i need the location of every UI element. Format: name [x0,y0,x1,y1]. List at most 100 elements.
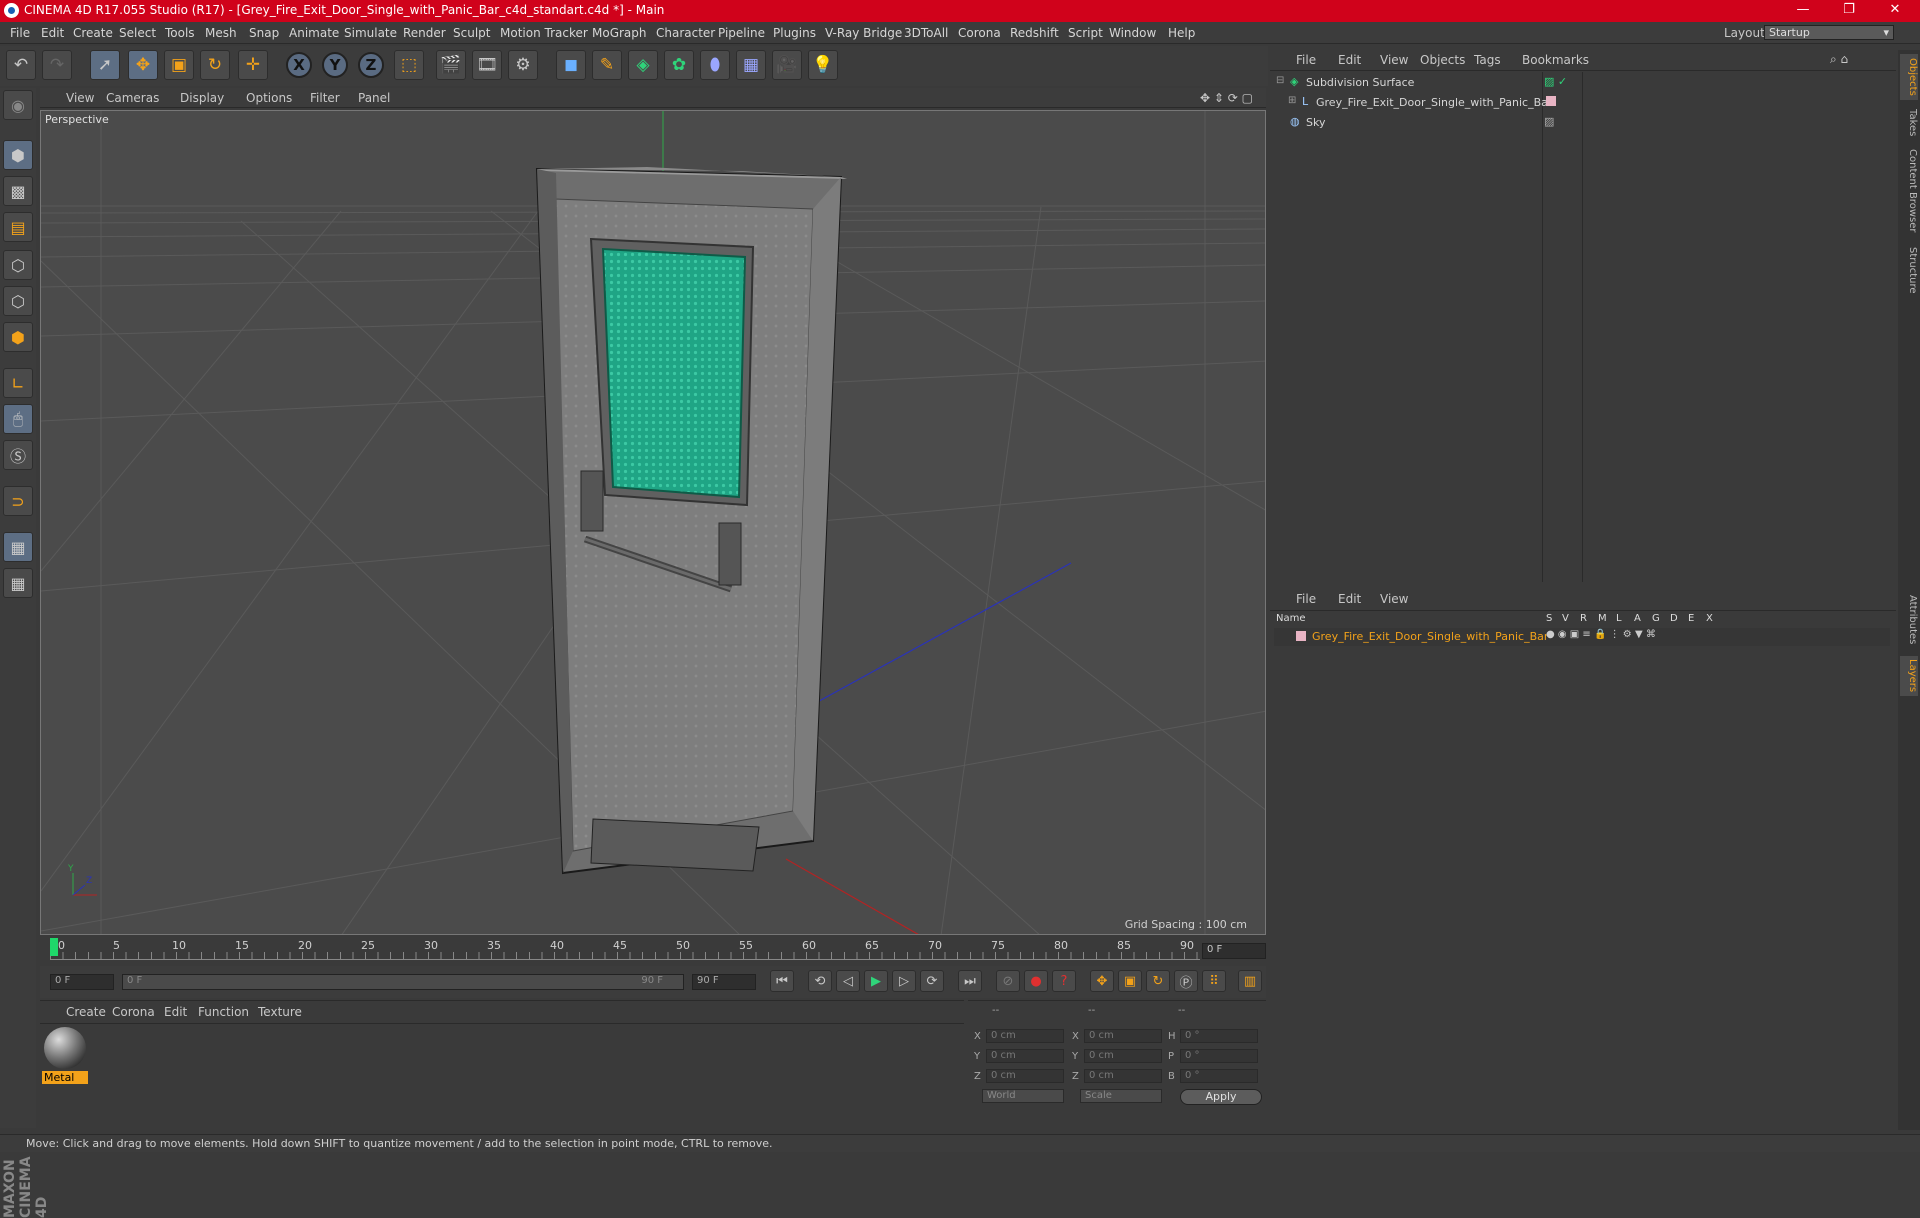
current-frame-field[interactable]: 0 F [1202,943,1266,959]
workplane-grid-button[interactable]: ▦ [3,568,33,598]
object-row[interactable]: ◍ Sky ▨ [1274,114,1890,132]
viewport-menu-display[interactable]: Display [180,91,224,105]
coordinate-system-button[interactable]: ⬚ [394,50,424,80]
menu-plugins[interactable]: Plugins [773,26,816,40]
menu-character[interactable]: Character [656,26,715,40]
material-menu-function[interactable]: Function [198,1005,249,1019]
snap-magnet-button[interactable]: ⊃ [3,486,33,516]
playhead-marker[interactable] [50,938,58,956]
scale-mode-dropdown[interactable]: Scale [1080,1089,1162,1103]
viewport-menu-view[interactable]: View [66,91,94,105]
pen-spline-button[interactable]: ✎ [592,50,622,80]
close-icon[interactable]: ✕ [1880,2,1910,20]
render-picture-viewer-button[interactable]: 🎞 [472,50,502,80]
render-view-button[interactable]: 🎬 [436,50,466,80]
size-y-field[interactable]: 0 cm [1084,1049,1162,1063]
material-menu-corona[interactable]: Corona [112,1005,155,1019]
z-axis-lock-button[interactable]: Z [358,52,384,78]
viewport-menu-panel[interactable]: Panel [358,91,390,105]
frame-range-slider[interactable]: 0 F 90 F [122,974,684,990]
end-frame-field[interactable]: 90 F [692,974,756,990]
coordinate-mode-dropdown[interactable]: World [982,1089,1064,1103]
floor-object-button[interactable]: ▦ [736,50,766,80]
viewport-menu-filter[interactable]: Filter [310,91,340,105]
tweak-mode-button[interactable]: 🖱 [3,404,33,434]
layer-color-icon[interactable] [1546,96,1556,106]
workplane-lock-button[interactable]: ▦ [3,532,33,562]
axis-mode-button[interactable]: ∟ [3,368,33,398]
restore-icon[interactable]: ❐ [1834,2,1864,20]
subdivision-surface-button[interactable]: ◈ [628,50,658,80]
menu-vray-bridge[interactable]: V-Ray Bridge [825,26,902,40]
x-axis-lock-button[interactable]: X [286,52,312,78]
menu-simulate[interactable]: Simulate [344,26,397,40]
menu-sculpt[interactable]: Sculpt [453,26,490,40]
go-to-start-button[interactable]: ⏮ [770,970,794,992]
menu-render[interactable]: Render [403,26,446,40]
menu-motion-tracker[interactable]: Motion Tracker [500,26,588,40]
object-menu-file[interactable]: File [1296,53,1316,67]
position-x-field[interactable]: 0 cm [986,1029,1064,1043]
menu-3dtoall[interactable]: 3DToAll [904,26,948,40]
menu-tools[interactable]: Tools [165,26,195,40]
edges-mode-button[interactable]: ⬡ [3,286,33,316]
tab-takes[interactable]: Takes [1900,106,1918,140]
move-tool-alt-button[interactable]: ✛ [238,50,268,80]
menu-edit[interactable]: Edit [41,26,64,40]
workplane-mode-button[interactable]: ▤ [3,212,33,242]
scale-tool-button[interactable]: ▣ [164,50,194,80]
layer-menu-view[interactable]: View [1380,592,1408,606]
expand-icon[interactable]: ⊞ [1288,95,1296,106]
menu-create[interactable]: Create [73,26,113,40]
autokeying-button[interactable]: ? [1052,970,1076,992]
render-settings-button[interactable]: ⚙ [508,50,538,80]
size-z-field[interactable]: 0 cm [1084,1069,1162,1083]
layer-menu-file[interactable]: File [1296,592,1316,606]
viewport-menu-cameras[interactable]: Cameras [106,91,159,105]
object-row[interactable]: ⊞ L Grey_Fire_Exit_Door_Single_with_Pani… [1274,94,1890,112]
layout-dropdown[interactable]: Startup ▾ [1764,25,1894,40]
cloner-button[interactable]: ✿ [664,50,694,80]
object-menu-bookmarks[interactable]: Bookmarks [1522,53,1589,67]
menu-mograph[interactable]: MoGraph [592,26,647,40]
key-scale-button[interactable]: ▣ [1118,970,1142,992]
points-mode-button[interactable]: ⬡ [3,250,33,280]
next-key-button[interactable]: ⟳ [920,970,944,992]
move-tool-button[interactable]: ✥ [128,50,158,80]
visibility-icon[interactable]: ▨ [1544,115,1554,128]
perspective-viewport[interactable]: Y Z Perspective Grid Spacing : 100 cm [40,110,1266,935]
make-editable-button[interactable]: ◉ [3,90,33,120]
model-mode-button[interactable]: ⬢ [3,140,33,170]
tab-structure[interactable]: Structure [1900,242,1918,298]
tab-layers[interactable]: Layers [1900,656,1918,696]
apply-button[interactable]: Apply [1180,1089,1262,1105]
material-menu-texture[interactable]: Texture [258,1005,302,1019]
previous-frame-button[interactable]: ◁ [836,970,860,992]
light-button[interactable]: 💡 [808,50,838,80]
solo-mode-button[interactable]: Ⓢ [3,440,33,470]
search-icon[interactable]: ⌕ ⌂ [1830,52,1848,67]
texture-mode-button[interactable]: ▩ [3,176,33,206]
key-rotation-button[interactable]: ↻ [1146,970,1170,992]
polygons-mode-button[interactable]: ⬢ [3,322,33,352]
menu-animate[interactable]: Animate [289,26,339,40]
y-axis-lock-button[interactable]: Y [322,52,348,78]
select-tool-button[interactable]: ➚ [90,50,120,80]
menu-redshift[interactable]: Redshift [1010,26,1059,40]
rotation-h-field[interactable]: 0 ° [1180,1029,1258,1043]
object-menu-tags[interactable]: Tags [1474,53,1501,67]
previous-key-button[interactable]: ⟲ [808,970,832,992]
menu-pipeline[interactable]: Pipeline [718,26,765,40]
play-button[interactable]: ▶ [864,970,888,992]
deformer-button[interactable]: ⬮ [700,50,730,80]
key-position-button[interactable]: ✥ [1090,970,1114,992]
rotation-p-field[interactable]: 0 ° [1180,1049,1258,1063]
menu-mesh[interactable]: Mesh [205,26,237,40]
menu-select[interactable]: Select [119,26,156,40]
cube-object-button[interactable]: ◼ [556,50,586,80]
menu-file[interactable]: File [10,26,30,40]
layer-color-swatch[interactable] [1296,631,1306,641]
object-menu-edit[interactable]: Edit [1338,53,1361,67]
menu-script[interactable]: Script [1068,26,1103,40]
menu-corona[interactable]: Corona [958,26,1001,40]
